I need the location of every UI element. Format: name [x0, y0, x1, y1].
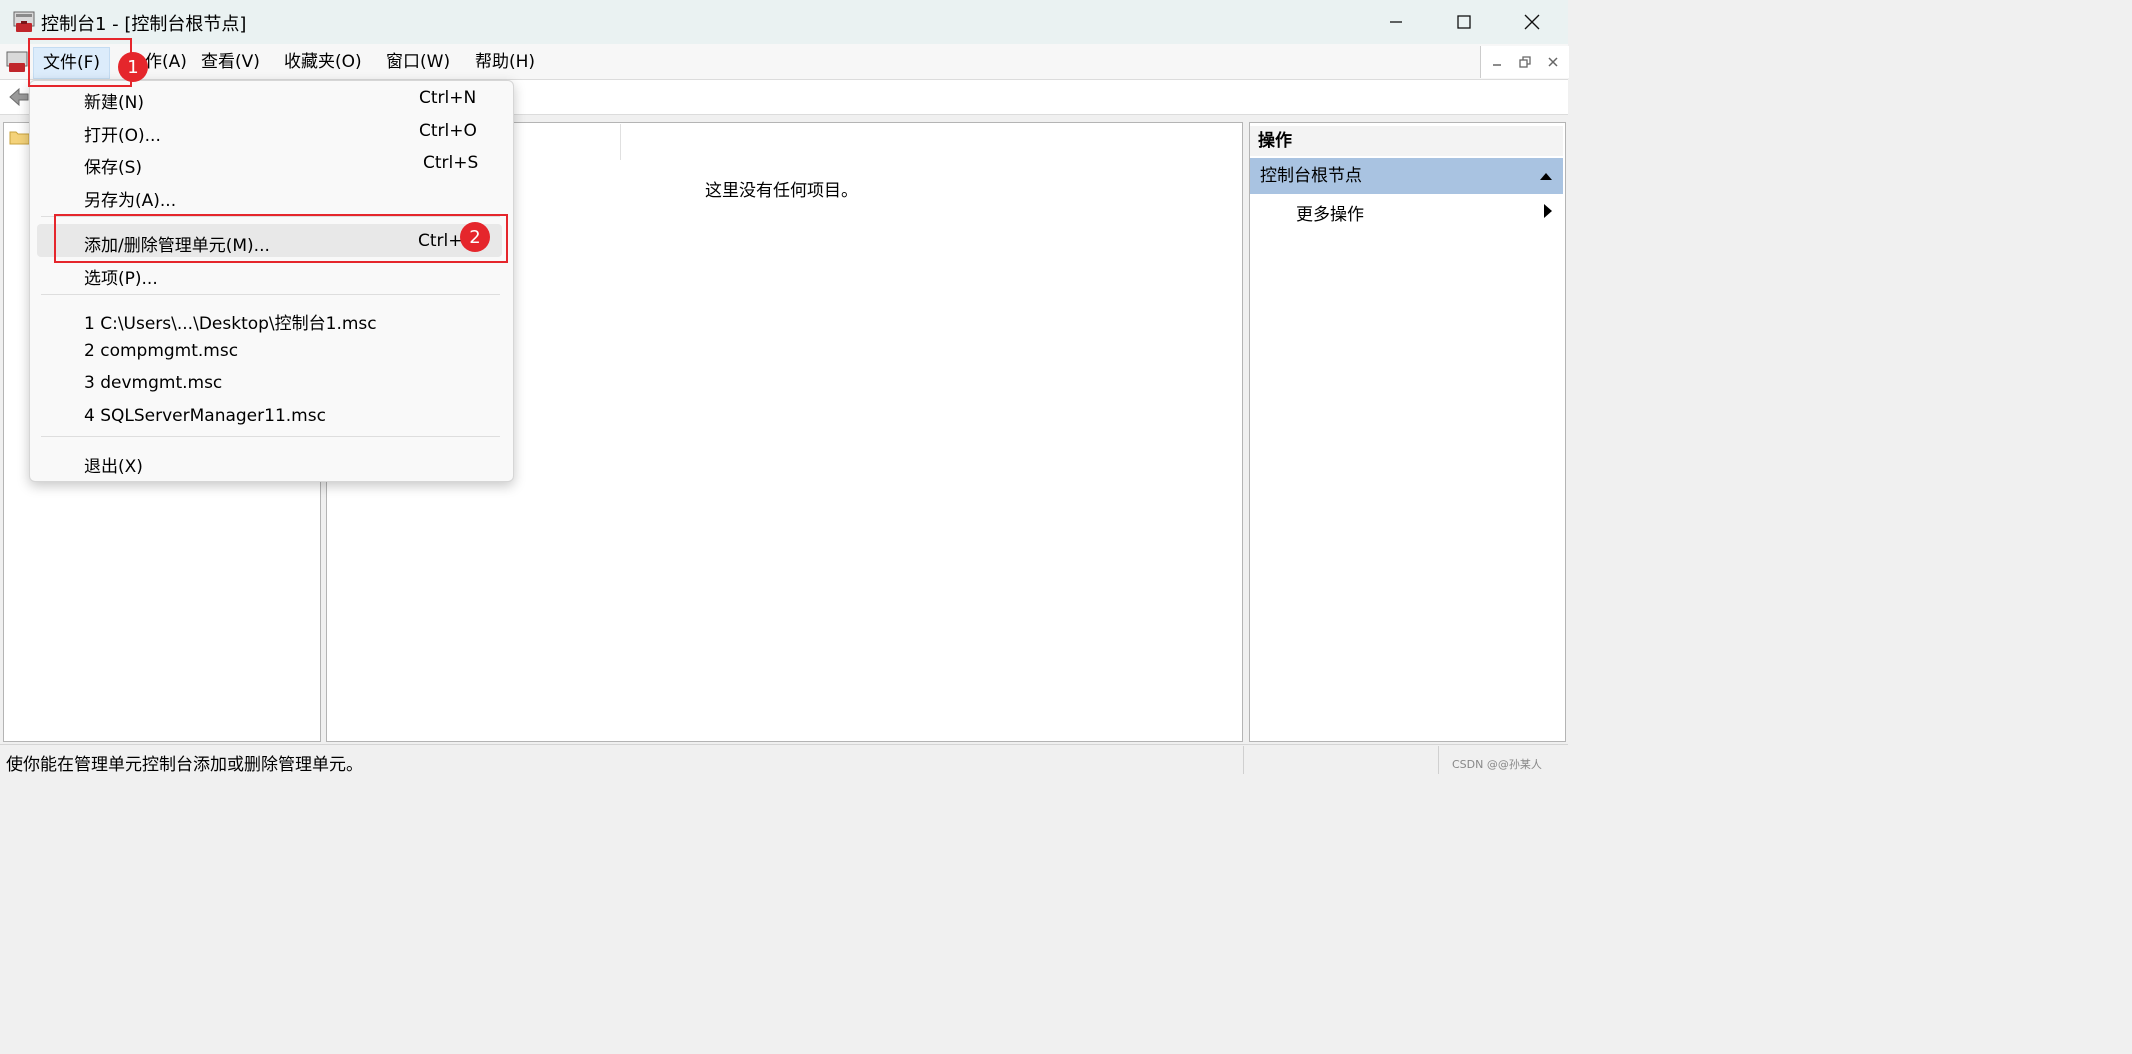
menu-item-save[interactable]: 保存(S) [84, 153, 142, 178]
annotation-box-add-remove [54, 214, 508, 263]
annotation-box-file-menu [28, 38, 132, 87]
back-arrow-icon [9, 87, 29, 107]
menu-item-recent-4[interactable]: 4 SQLServerManager11.msc [84, 406, 326, 426]
menu-action[interactable]: 作(A) [145, 50, 187, 74]
collapse-up-icon[interactable] [1539, 171, 1553, 181]
annotation-badge-2: 2 [460, 222, 490, 252]
maximize-button[interactable] [1430, 0, 1498, 44]
mdi-close-button[interactable] [1539, 46, 1567, 78]
console-menu-icon[interactable] [5, 50, 29, 74]
menu-view[interactable]: 查看(V) [201, 50, 260, 74]
mmc-app-icon[interactable] [12, 10, 36, 34]
mdi-minimize-button[interactable] [1483, 46, 1511, 78]
minimize-button[interactable] [1362, 0, 1430, 44]
shortcut-new: Ctrl+N [419, 88, 477, 108]
menu-separator [41, 436, 500, 437]
mdi-window-controls [1480, 46, 1569, 78]
window-title: 控制台1 - [控制台根节点] [41, 14, 247, 35]
actions-header: 操作 [1250, 126, 1563, 156]
menu-item-open[interactable]: 打开(O)... [84, 121, 161, 146]
menu-help[interactable]: 帮助(H) [475, 50, 535, 74]
watermark: CSDN @@孙某人 [1452, 758, 1542, 771]
minimize-icon [1493, 64, 1501, 66]
close-icon [1524, 14, 1540, 30]
empty-list-message: 这里没有任何项目。 [705, 181, 858, 201]
status-divider [1438, 746, 1439, 774]
menu-item-options[interactable]: 选项(P)... [84, 264, 158, 289]
menu-favorites[interactable]: 收藏夹(O) [284, 50, 362, 74]
maximize-icon [1457, 15, 1471, 29]
back-button[interactable] [8, 86, 30, 113]
submenu-arrow-icon[interactable] [1543, 203, 1553, 219]
menu-item-recent-2[interactable]: 2 compmgmt.msc [84, 341, 238, 361]
menu-item-exit[interactable]: 退出(X) [84, 452, 143, 477]
minimize-icon [1390, 21, 1402, 23]
menu-item-new[interactable]: 新建(N) [84, 88, 144, 113]
actions-header-label: 操作 [1258, 131, 1292, 151]
close-icon [1548, 57, 1558, 67]
status-divider [1243, 746, 1244, 774]
close-button[interactable] [1498, 0, 1566, 44]
menu-item-save-as[interactable]: 另存为(A)... [84, 186, 176, 211]
status-text: 使你能在管理单元控制台添加或删除管理单元。 [6, 755, 363, 775]
shortcut-open: Ctrl+O [419, 121, 477, 141]
restore-icon [1519, 56, 1531, 68]
column-divider[interactable] [620, 124, 621, 160]
menu-item-recent-3[interactable]: 3 devmgmt.msc [84, 373, 222, 393]
shortcut-save: Ctrl+S [423, 153, 479, 173]
mdi-restore-button[interactable] [1511, 46, 1539, 78]
menu-separator [41, 294, 500, 295]
actions-section-label: 控制台根节点 [1260, 166, 1362, 186]
actions-section-console-root[interactable]: 控制台根节点 [1250, 158, 1563, 194]
more-actions-item[interactable]: 更多操作 [1296, 200, 1364, 225]
annotation-badge-1: 1 [118, 52, 148, 82]
menu-window[interactable]: 窗口(W) [386, 50, 450, 74]
folder-icon[interactable] [9, 128, 31, 151]
menu-item-recent-1[interactable]: 1 C:\Users\...\Desktop\控制台1.msc [84, 309, 377, 334]
